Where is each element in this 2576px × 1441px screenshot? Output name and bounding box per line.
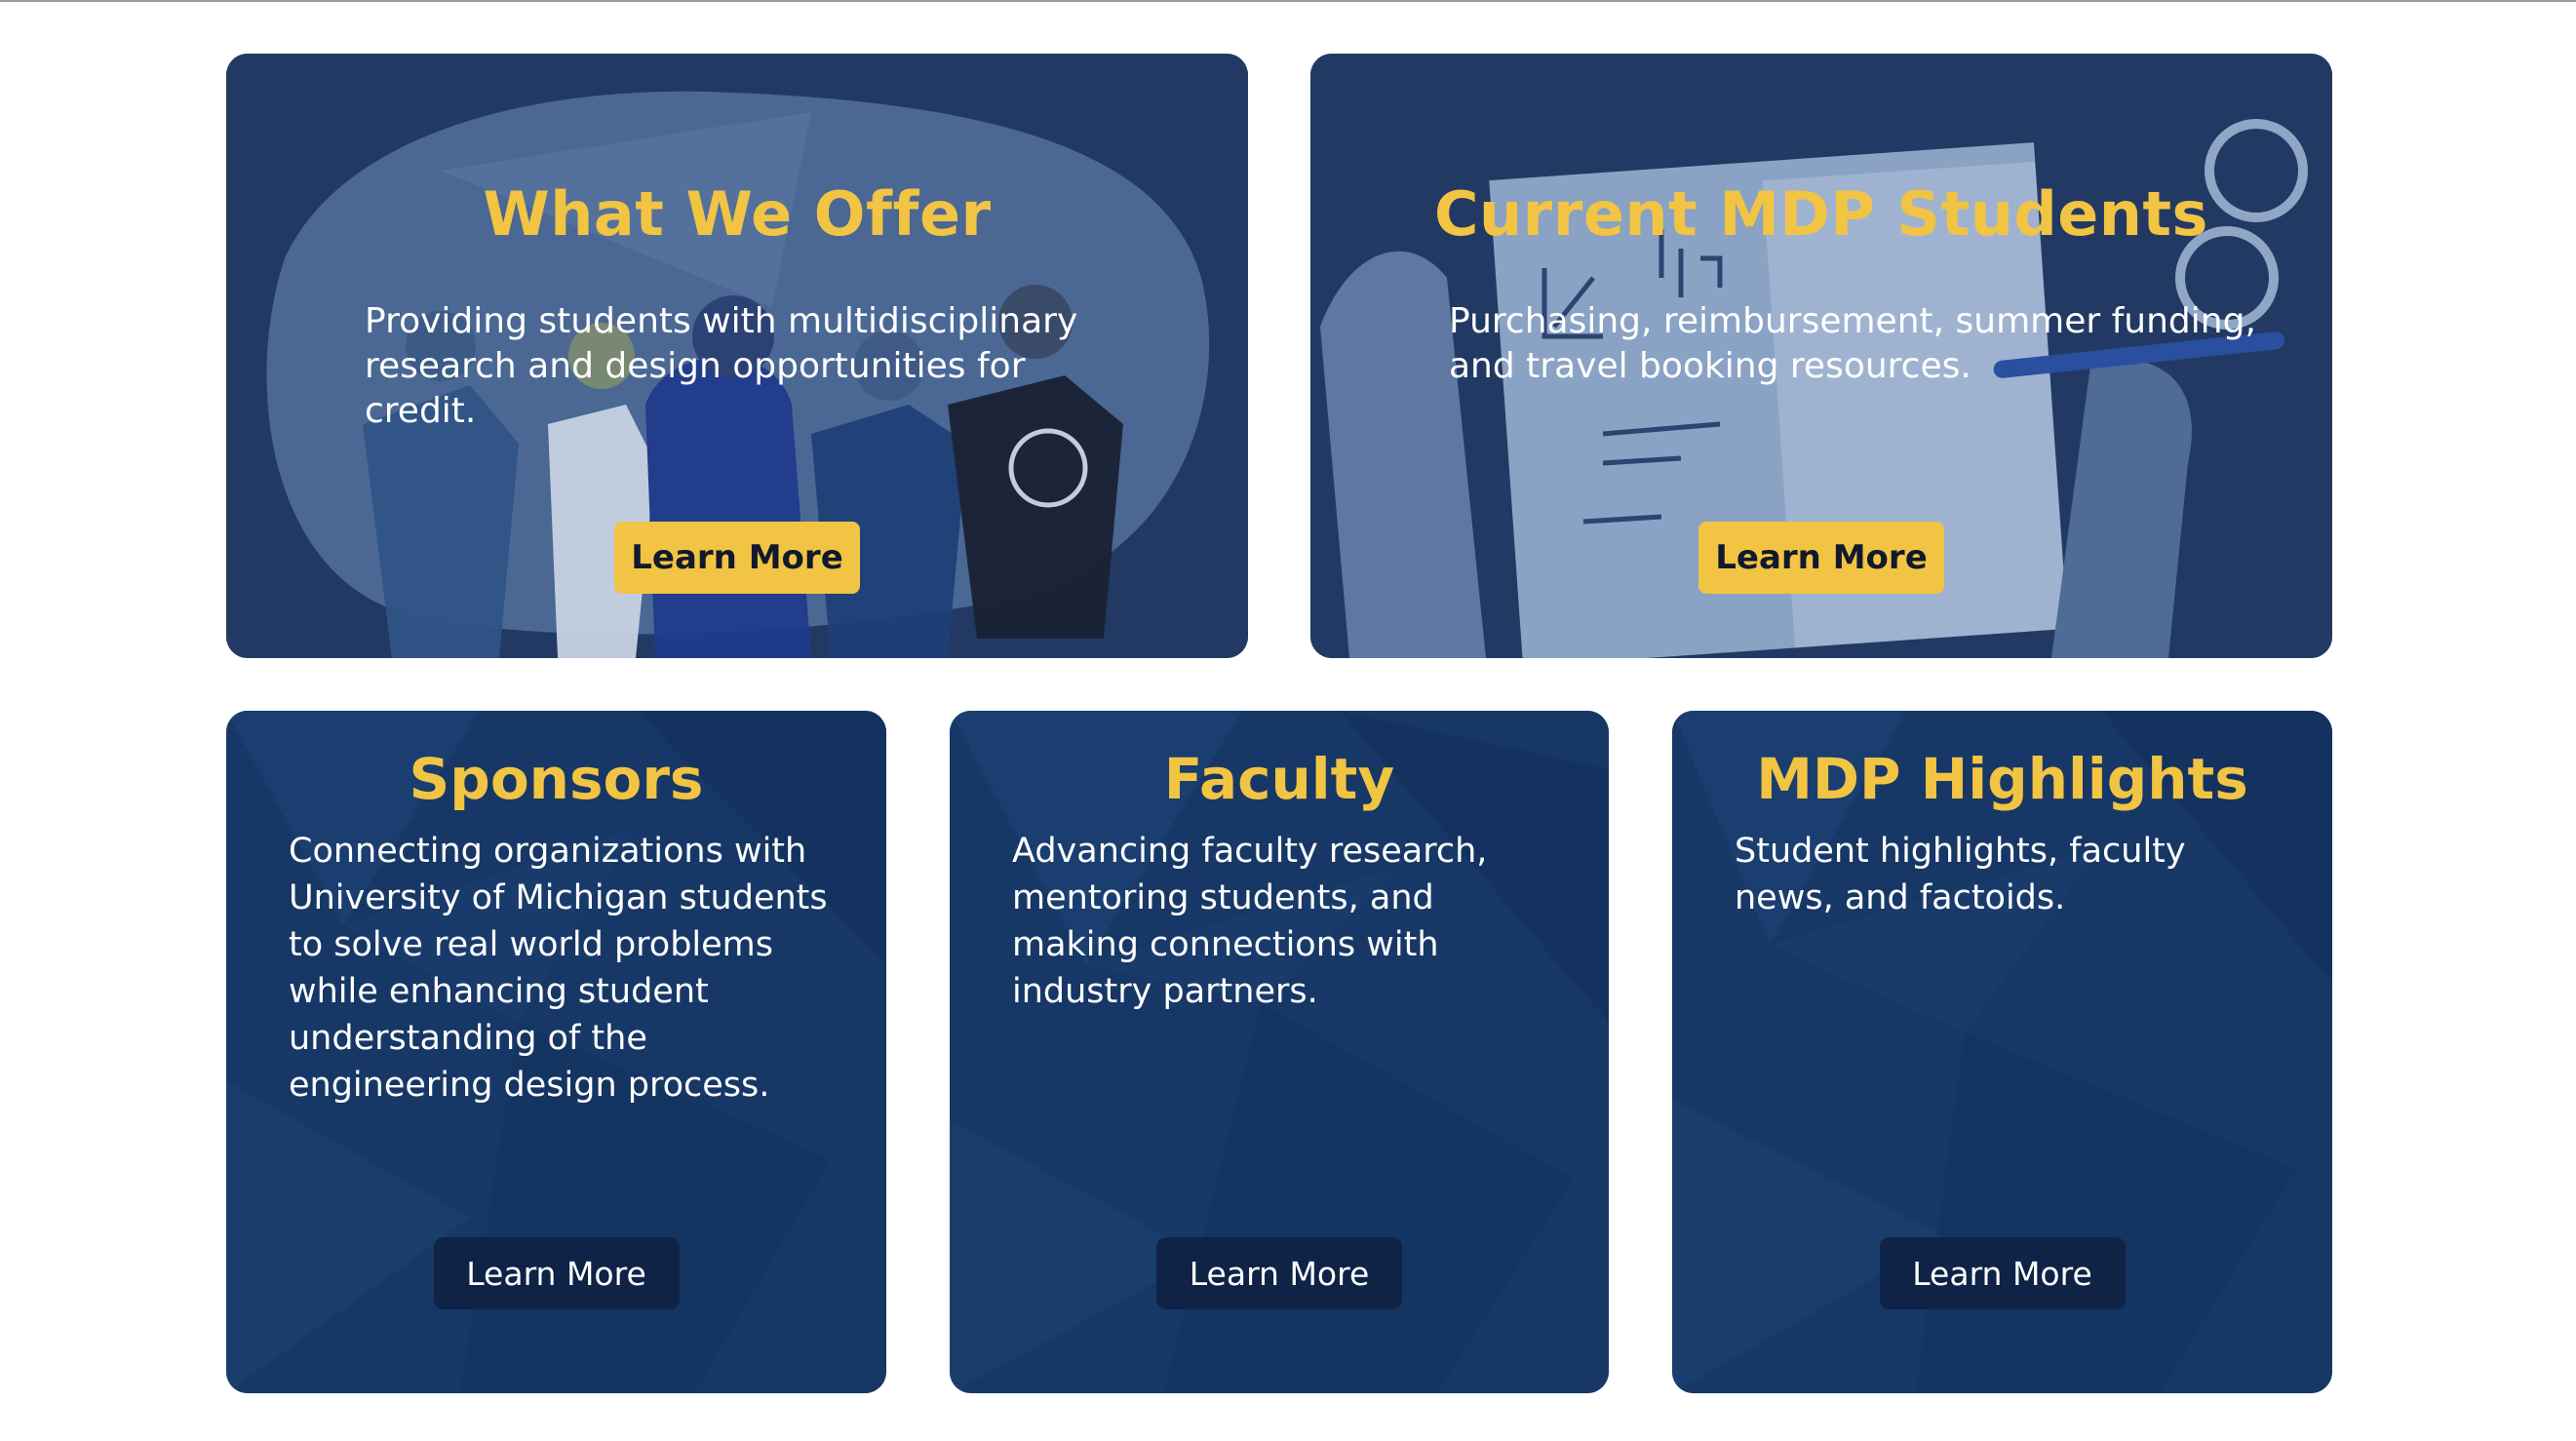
learn-more-button[interactable]: Learn More (1698, 522, 1944, 594)
learn-more-button[interactable]: Learn More (433, 1237, 680, 1309)
card-description: Connecting organizations with University… (289, 832, 828, 1105)
learn-more-button[interactable]: Learn More (1879, 1237, 2126, 1309)
card-title: Sponsors (409, 746, 704, 812)
learn-more-button[interactable]: Learn More (1156, 1237, 1402, 1309)
what-we-offer-card: What We Offer Providing students with mu… (226, 54, 1248, 658)
card-description: Advancing faculty research, mentoring st… (1012, 832, 1488, 1011)
card-title: What We Offer (483, 178, 992, 250)
card-title: Current MDP Students (1434, 178, 2208, 250)
card-title: Faculty (1163, 746, 1395, 812)
card-description: Student highlights, faculty news, and fa… (1735, 832, 2186, 917)
card-description: Purchasing, reimbursement, summer fundin… (1449, 301, 2256, 386)
learn-more-button[interactable]: Learn More (614, 522, 860, 594)
top-divider (0, 0, 2576, 2)
card-description: Providing students with multidisciplinar… (365, 301, 1078, 431)
faculty-card: Faculty Advancing faculty research, ment… (950, 711, 1609, 1393)
mdp-highlights-card: MDP Highlights Student highlights, facul… (1672, 711, 2332, 1393)
sponsors-card: Sponsors Connecting organizations with U… (226, 711, 886, 1393)
card-title: MDP Highlights (1756, 746, 2248, 812)
current-students-card: Current MDP Students Purchasing, reimbur… (1310, 54, 2332, 658)
